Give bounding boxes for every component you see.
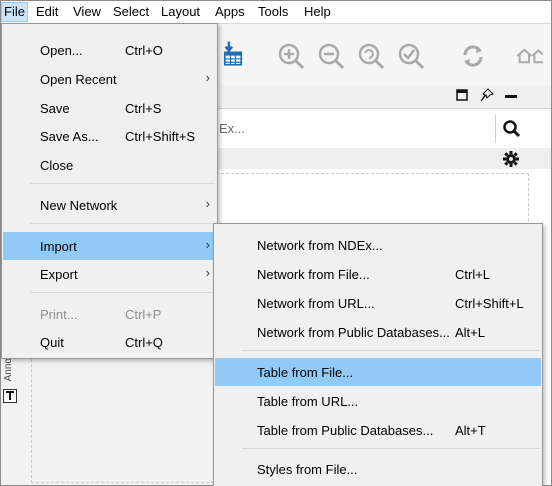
menu-item-new-network[interactable]: New Network ›	[3, 193, 216, 217]
open-shortcut: Ctrl+O	[125, 43, 163, 58]
menu-item-print: Print... Ctrl+P	[3, 302, 216, 326]
menu-separator	[30, 223, 215, 224]
gear-icon[interactable]	[503, 151, 519, 167]
panel-header	[215, 85, 551, 107]
menu-separator	[30, 292, 215, 293]
menu-item-save[interactable]: Save Ctrl+S	[3, 96, 216, 120]
table-from-db-shortcut: Alt+T	[455, 423, 486, 438]
menu-item-network-from-ndex[interactable]: Network from NDEx...	[215, 233, 541, 257]
menu-item-table-from-file[interactable]: Table from File...	[215, 358, 541, 386]
zoom-in-icon[interactable]	[277, 42, 305, 70]
quit-label: Quit	[40, 335, 64, 350]
submenu-arrow-icon: ›	[205, 70, 210, 85]
menu-apps[interactable]: Apps	[215, 4, 245, 20]
menu-item-quit[interactable]: Quit Ctrl+Q	[3, 330, 216, 354]
import-table-icon[interactable]	[219, 40, 247, 68]
text-annotation-icon[interactable]	[3, 389, 17, 403]
print-label: Print...	[40, 307, 78, 322]
quit-shortcut: Ctrl+Q	[125, 335, 163, 350]
app-window: File Edit View Select Layout Apps Tools …	[0, 0, 552, 486]
menu-tools[interactable]: Tools	[258, 4, 288, 20]
menu-layout[interactable]: Layout	[161, 4, 200, 20]
minimize-icon[interactable]	[505, 93, 517, 99]
menu-separator	[242, 448, 540, 449]
print-shortcut: Ctrl+P	[125, 307, 162, 322]
submenu-arrow-icon: ›	[205, 237, 210, 252]
open-label: Open...	[40, 43, 83, 58]
submenu-arrow-icon: ›	[205, 196, 210, 211]
menu-item-export[interactable]: Export ›	[3, 262, 216, 286]
menubar: File Edit View Select Layout Apps Tools …	[1, 1, 551, 24]
menu-help[interactable]: Help	[304, 4, 331, 20]
search-divider	[495, 115, 496, 143]
styles-from-file-label: Styles from File...	[257, 462, 358, 477]
menu-item-network-from-public-databases[interactable]: Network from Public Databases... Alt+L	[215, 320, 541, 344]
zoom-fit-icon[interactable]	[357, 42, 385, 70]
menu-item-table-from-public-databases[interactable]: Table from Public Databases... Alt+T	[215, 418, 541, 442]
save-shortcut: Ctrl+S	[125, 101, 162, 116]
menu-item-close[interactable]: Close	[3, 153, 216, 177]
menu-select[interactable]: Select	[113, 4, 149, 20]
network-from-ndex-label: Network from NDEx...	[257, 238, 383, 253]
close-label: Close	[40, 158, 74, 173]
pin-icon[interactable]	[480, 88, 494, 102]
float-panel-icon[interactable]	[456, 89, 468, 101]
search-input[interactable]: Ex...	[219, 121, 245, 136]
open-recent-label: Open Recent	[40, 72, 117, 87]
table-from-file-label: Table from File...	[257, 365, 354, 380]
search-bar: Ex...	[215, 108, 551, 150]
network-from-url-label: Network from URL...	[257, 296, 375, 311]
home-icon[interactable]	[515, 42, 543, 70]
menu-item-open[interactable]: Open... Ctrl+O	[3, 38, 216, 62]
table-from-db-label: Table from Public Databases...	[257, 423, 434, 438]
import-label: Import	[40, 239, 77, 254]
network-from-db-shortcut: Alt+L	[455, 325, 485, 340]
export-label: Export	[40, 267, 78, 282]
search-icon[interactable]	[503, 120, 521, 138]
menu-item-open-recent[interactable]: Open Recent ›	[3, 67, 216, 91]
menu-item-save-as[interactable]: Save As... Ctrl+Shift+S	[3, 124, 216, 148]
import-submenu: Network from NDEx... Network from File..…	[213, 223, 543, 486]
menu-item-import[interactable]: Import ›	[3, 232, 216, 260]
network-from-db-label: Network from Public Databases...	[257, 325, 450, 340]
zoom-selected-icon[interactable]	[397, 42, 425, 70]
network-from-file-label: Network from File...	[257, 267, 370, 282]
network-from-url-shortcut: Ctrl+Shift+L	[455, 296, 524, 311]
menu-view[interactable]: View	[73, 4, 101, 20]
menu-item-styles-from-file[interactable]: Styles from File...	[215, 457, 541, 481]
zoom-out-icon[interactable]	[317, 42, 345, 70]
annotation-strip: Anno	[1, 356, 21, 416]
menu-file[interactable]: File	[1, 2, 28, 22]
save-as-label: Save As...	[40, 129, 99, 144]
annotation-label: Anno	[3, 358, 14, 382]
menu-item-network-from-file[interactable]: Network from File... Ctrl+L	[215, 262, 541, 286]
file-menu: Open... Ctrl+O Open Recent › Save Ctrl+S…	[1, 23, 218, 359]
menu-edit[interactable]: Edit	[36, 4, 58, 20]
options-row	[215, 148, 551, 170]
network-from-file-shortcut: Ctrl+L	[455, 267, 491, 282]
refresh-icon[interactable]	[459, 42, 487, 70]
new-network-label: New Network	[40, 198, 118, 213]
menu-item-network-from-url[interactable]: Network from URL... Ctrl+Shift+L	[215, 291, 541, 315]
table-from-url-label: Table from URL...	[257, 394, 359, 409]
menu-item-table-from-url[interactable]: Table from URL...	[215, 389, 541, 413]
submenu-arrow-icon: ›	[205, 265, 210, 280]
menu-separator	[242, 350, 540, 351]
save-as-shortcut: Ctrl+Shift+S	[125, 129, 196, 144]
save-label: Save	[40, 101, 70, 116]
menu-separator	[30, 183, 215, 184]
